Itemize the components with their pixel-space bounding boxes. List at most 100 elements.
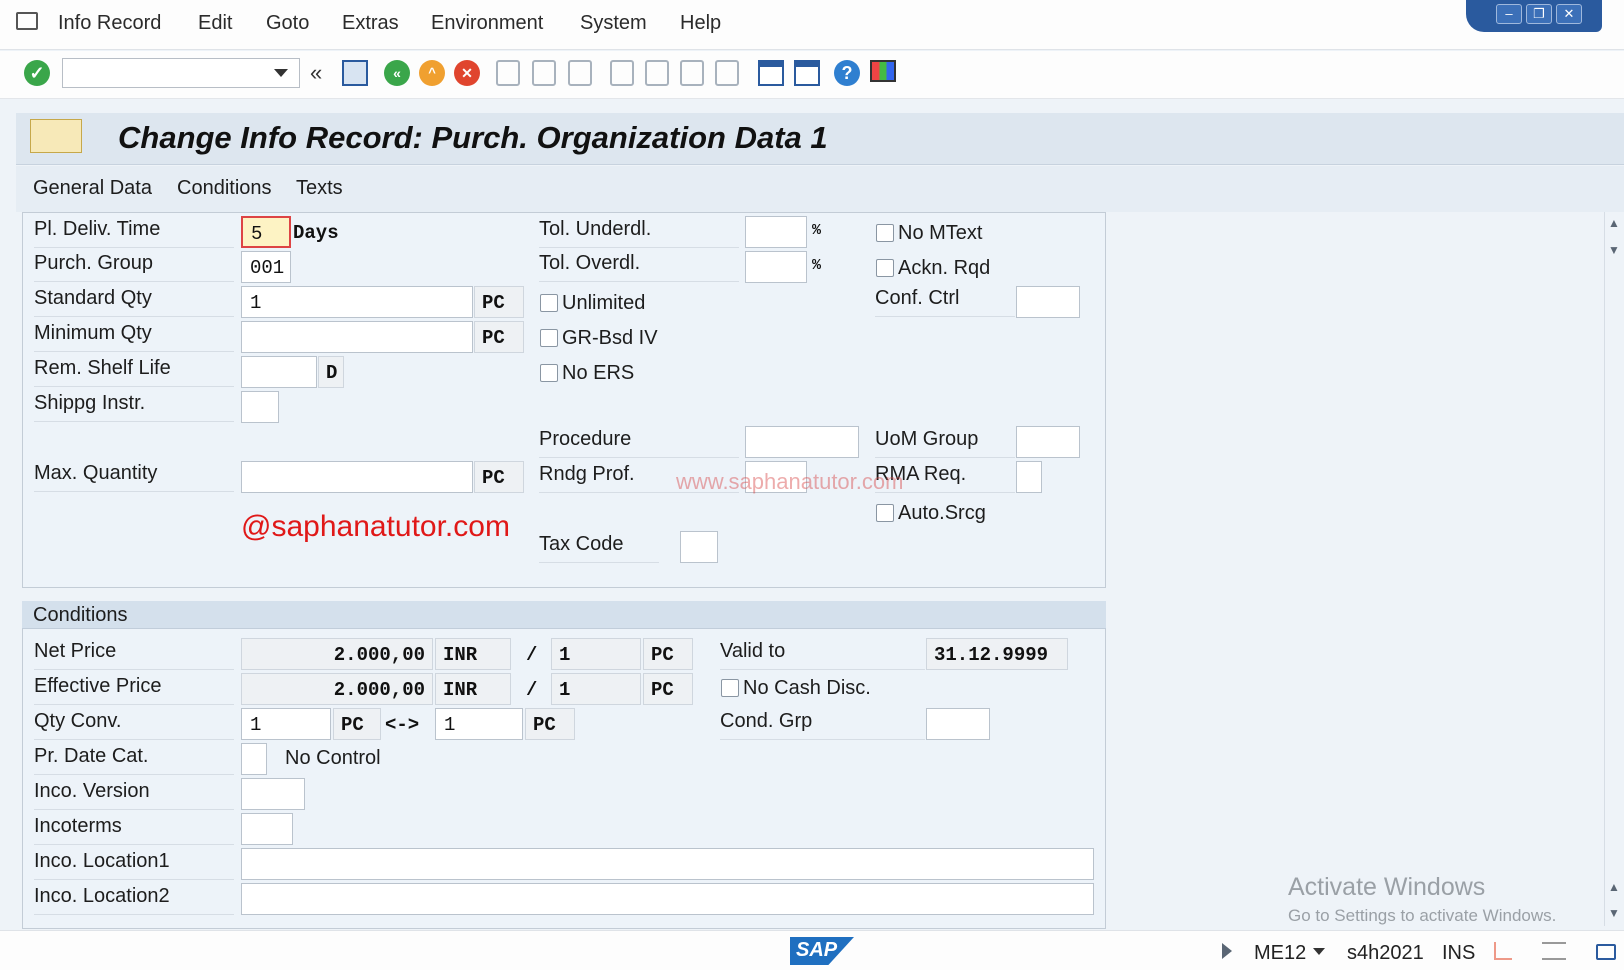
pr-date-cat-label: Pr. Date Cat. xyxy=(34,745,149,767)
command-field[interactable] xyxy=(62,58,300,88)
shortcut-icon[interactable] xyxy=(794,60,820,86)
activate-windows-subtitle: Go to Settings to activate Windows. xyxy=(1288,906,1557,925)
menu-icon[interactable] xyxy=(16,12,38,30)
scroll-down-icon[interactable]: ▼ xyxy=(1607,906,1621,920)
qty-conv-label: Qty Conv. xyxy=(34,710,122,732)
standard-qty-input[interactable]: 1 xyxy=(241,286,473,318)
menu-help[interactable]: Help xyxy=(680,12,721,35)
pr-date-cat-input[interactable] xyxy=(241,743,267,775)
menu-edit[interactable]: Edit xyxy=(198,12,232,35)
back-icon[interactable]: « xyxy=(384,60,410,86)
previous-page-icon xyxy=(645,60,669,86)
scroll-up-icon[interactable]: ▲ xyxy=(1607,880,1621,894)
rem-shelf-life-unit: D xyxy=(318,356,344,388)
menu-environment[interactable]: Environment xyxy=(431,12,543,35)
tab-conditions[interactable]: Conditions xyxy=(177,177,272,200)
conf-ctrl-label: Conf. Ctrl xyxy=(875,287,960,309)
close-window-icon[interactable]: ✕ xyxy=(1556,4,1582,24)
menu-info-record[interactable]: Info Record xyxy=(58,12,161,35)
cond-grp-input[interactable] xyxy=(926,708,990,740)
scroll-up-icon[interactable]: ▲ xyxy=(1607,216,1621,230)
tab-general-data[interactable]: General Data xyxy=(33,177,152,200)
purch-group-input[interactable]: 001 xyxy=(241,251,291,283)
rma-req-input[interactable] xyxy=(1016,461,1042,493)
pl-deliv-time-input[interactable]: 5 xyxy=(241,216,291,248)
ackn-rqd-checkbox[interactable] xyxy=(876,259,894,277)
qty-conv-from-input[interactable]: 1 xyxy=(241,708,331,740)
menu-extras[interactable]: Extras xyxy=(342,12,399,35)
tol-underdl-percent: % xyxy=(812,222,822,239)
incoterms-input[interactable] xyxy=(241,813,293,845)
max-quantity-label: Max. Quantity xyxy=(34,462,158,484)
label-row: Inco. Location2 xyxy=(34,885,234,915)
scroll-down-icon[interactable]: ▼ xyxy=(1607,243,1621,257)
tol-underdl-input[interactable] xyxy=(745,216,807,248)
vertical-scrollbar[interactable] xyxy=(1604,212,1624,926)
effective-price-label: Effective Price xyxy=(34,675,162,697)
minimize-icon[interactable]: – xyxy=(1496,4,1522,24)
exit-icon[interactable]: ^ xyxy=(419,60,445,86)
screen-menu-icon[interactable] xyxy=(30,119,82,153)
effective-price-slash: / xyxy=(526,679,538,701)
max-quantity-unit: PC xyxy=(474,461,524,493)
uom-group-input[interactable] xyxy=(1016,426,1080,458)
inco-location2-input[interactable] xyxy=(241,883,1094,915)
effective-price-unit: PC xyxy=(643,673,693,705)
minimum-qty-input[interactable] xyxy=(241,321,473,353)
conf-ctrl-input[interactable] xyxy=(1016,286,1080,318)
label-row: Qty Conv. xyxy=(34,710,234,740)
tax-code-input[interactable] xyxy=(680,531,718,563)
effective-price-value: 2.000,00 xyxy=(241,673,433,705)
auto-srcg-label: Auto.Srcg xyxy=(898,502,986,524)
inco-location1-input[interactable] xyxy=(241,848,1094,880)
shippg-instr-input[interactable] xyxy=(241,391,279,423)
next-page-icon xyxy=(680,60,704,86)
rem-shelf-life-label: Rem. Shelf Life xyxy=(34,357,171,379)
rem-shelf-life-input[interactable] xyxy=(241,356,317,388)
tab-texts[interactable]: Texts xyxy=(296,177,343,200)
no-ers-checkbox[interactable] xyxy=(540,364,558,382)
label-row: Procedure xyxy=(539,428,739,458)
unlimited-checkbox[interactable] xyxy=(540,294,558,312)
effective-price-currency: INR xyxy=(435,673,511,705)
no-mtext-label: No MText xyxy=(898,222,983,244)
no-mtext-checkbox[interactable] xyxy=(876,224,894,242)
command-dropdown-icon[interactable] xyxy=(274,69,288,77)
max-quantity-input[interactable] xyxy=(241,461,473,493)
uom-group-label: UoM Group xyxy=(875,428,979,450)
status-expand-icon[interactable] xyxy=(1222,943,1232,959)
enter-check-icon[interactable]: ✓ xyxy=(24,60,50,86)
help-icon[interactable]: ? xyxy=(834,60,860,86)
procedure-input[interactable] xyxy=(745,426,859,458)
label-row: Max. Quantity xyxy=(34,462,234,492)
save-icon[interactable] xyxy=(342,60,368,86)
tol-overdl-input[interactable] xyxy=(745,251,807,283)
pl-deliv-time-label: Pl. Deliv. Time xyxy=(34,218,161,240)
gr-bsd-iv-checkbox[interactable] xyxy=(540,329,558,347)
menu-system[interactable]: System xyxy=(580,12,647,35)
ackn-rqd-label: Ackn. Rqd xyxy=(898,257,991,279)
maximize-icon[interactable]: ❐ xyxy=(1526,4,1552,24)
new-session-icon[interactable] xyxy=(758,60,784,86)
transaction-dropdown-icon[interactable] xyxy=(1313,948,1325,955)
label-row: Inco. Version xyxy=(34,780,234,810)
cancel-icon[interactable]: ✕ xyxy=(454,60,480,86)
net-price-value: 2.000,00 xyxy=(241,638,433,670)
inco-version-input[interactable] xyxy=(241,778,305,810)
performance-icon xyxy=(1494,942,1512,960)
qty-conv-arrow: <-> xyxy=(385,714,420,736)
auto-srcg-checkbox[interactable] xyxy=(876,504,894,522)
transaction-code: ME12 xyxy=(1254,942,1307,964)
customize-layout-icon[interactable] xyxy=(870,60,896,82)
qty-conv-to-input[interactable]: 1 xyxy=(435,708,523,740)
qty-conv-to-unit: PC xyxy=(525,708,575,740)
menu-goto[interactable]: Goto xyxy=(266,12,309,35)
no-cash-disc-label: No Cash Disc. xyxy=(743,677,871,699)
page-title: Change Info Record: Purch. Organization … xyxy=(118,120,828,155)
lock-icon[interactable] xyxy=(1596,944,1616,960)
label-row: Shippg Instr. xyxy=(34,392,234,422)
gr-bsd-iv-label: GR-Bsd IV xyxy=(562,327,658,349)
standard-qty-label: Standard Qty xyxy=(34,287,152,309)
collapse-icon[interactable]: « xyxy=(310,60,322,86)
no-cash-disc-checkbox[interactable] xyxy=(721,679,739,697)
